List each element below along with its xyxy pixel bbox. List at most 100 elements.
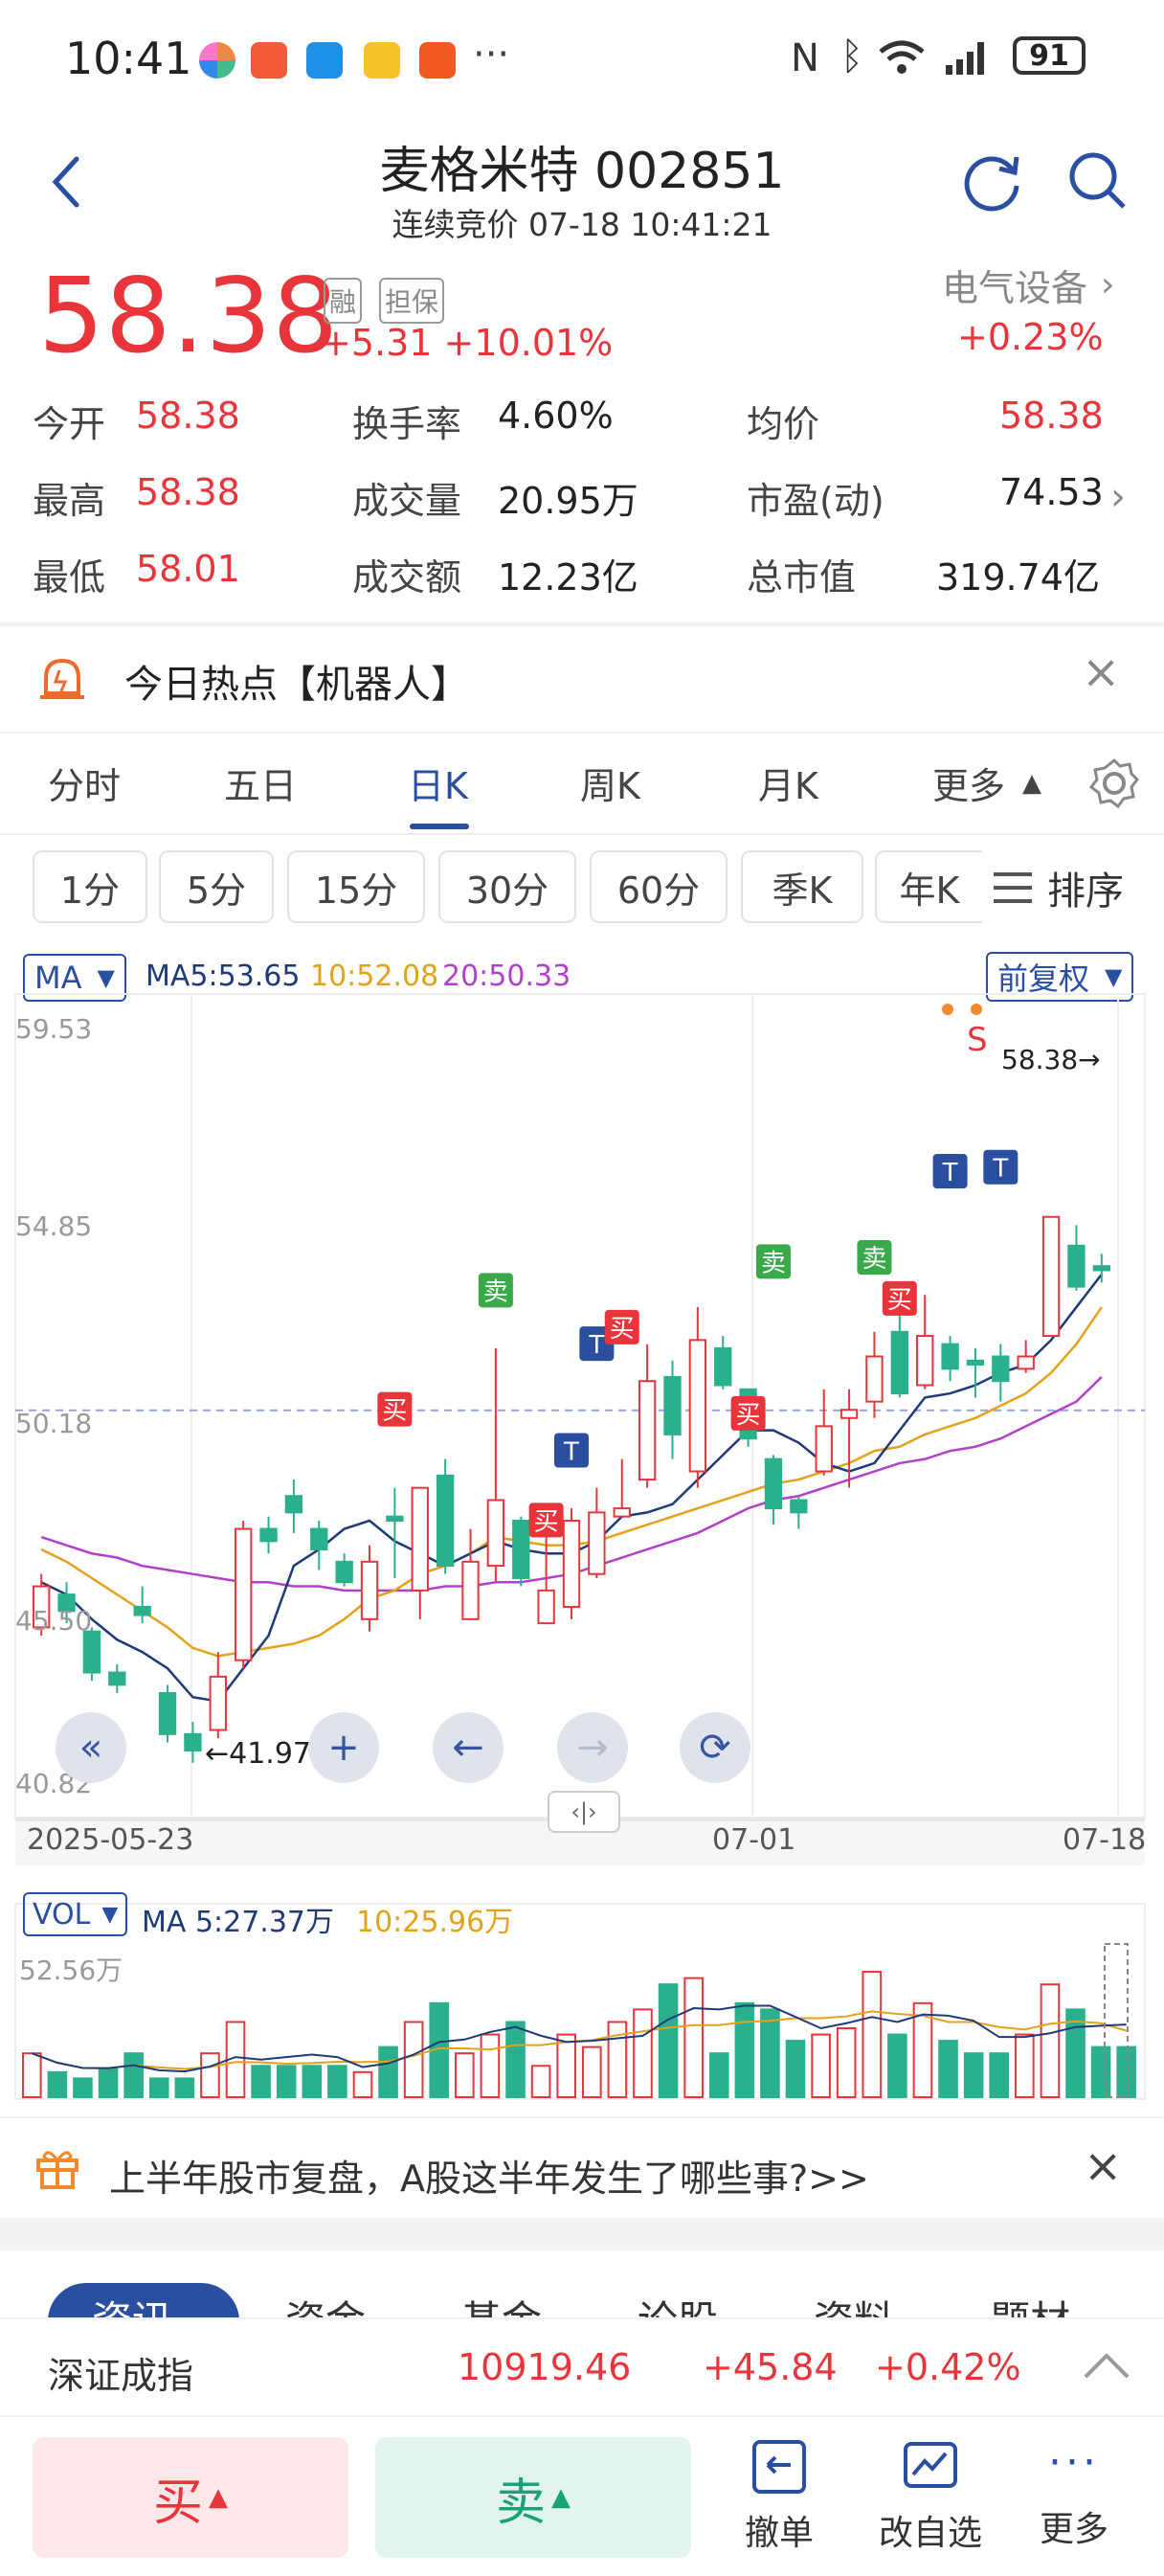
- volume-bar: [505, 2021, 526, 2098]
- battery-level: 91: [1029, 38, 1069, 73]
- refresh-icon[interactable]: [961, 149, 1024, 213]
- info-tab[interactable]: 资金: [285, 2289, 366, 2317]
- ma-lines: [40, 1273, 1103, 1703]
- tab-more[interactable]: 更多 ▲: [932, 757, 1041, 809]
- tab-timeshare[interactable]: 分时: [48, 757, 121, 809]
- signal-icon: [946, 42, 984, 75]
- rotate-icon[interactable]: ⟳: [680, 1712, 750, 1783]
- volume-bar: [530, 2065, 551, 2099]
- period-button[interactable]: 15分: [287, 850, 425, 923]
- arrow-right-icon[interactable]: →: [557, 1712, 628, 1783]
- volume-bar: [21, 2052, 42, 2098]
- volume-bar: [47, 2070, 68, 2099]
- candle-body: [486, 1499, 505, 1568]
- candle-body: [82, 1630, 101, 1674]
- wifi-icon: [879, 40, 925, 74]
- volume-bar: [556, 2033, 577, 2099]
- hot-topic-text: 今日热点【机器人】: [124, 663, 469, 707]
- cancel-order-button[interactable]: 撤单: [737, 2436, 821, 2555]
- candle-body: [764, 1457, 783, 1510]
- change-value: +5.31: [321, 322, 433, 364]
- stat-label: 均价: [747, 403, 820, 445]
- candle-body: [663, 1375, 682, 1435]
- vol-indicator-select[interactable]: VOL ▼: [23, 1892, 128, 1936]
- candle-body: [512, 1519, 530, 1579]
- gift-icon: [36, 2151, 78, 2189]
- info-tab[interactable]: 资讯: [92, 2289, 172, 2317]
- tab-monthly-k[interactable]: 月K: [758, 757, 818, 809]
- plot-border: [14, 993, 1146, 1819]
- tab-daily-k[interactable]: 日K: [408, 757, 468, 809]
- info-tab[interactable]: 题材: [990, 2289, 1070, 2317]
- buy-button[interactable]: 买 ▲: [33, 2437, 348, 2558]
- volume-bar: [174, 2077, 195, 2099]
- vol-ma10: 10:25.96万: [356, 1906, 514, 1939]
- info-tab[interactable]: 论股: [638, 2289, 718, 2317]
- arrow-left-icon[interactable]: ←: [433, 1712, 504, 1783]
- candle-body: [108, 1671, 126, 1686]
- index-value: 10919.46: [458, 2346, 632, 2388]
- zoom-in-icon[interactable]: +: [308, 1712, 379, 1783]
- hot-topic-banner[interactable]: 今日热点【机器人】 ×: [0, 626, 1164, 732]
- stat-label: 最低: [33, 556, 106, 599]
- period-button[interactable]: 1分: [33, 850, 147, 923]
- volume-bar: [836, 2027, 857, 2099]
- edit-watchlist-button[interactable]: 改自选: [863, 2436, 997, 2555]
- volume-bar: [734, 2001, 755, 2099]
- index-bar[interactable]: 深证成指 10919.46 +45.84 +0.42%: [0, 2317, 1164, 2415]
- candle-body: [790, 1499, 808, 1514]
- volume-bar: [887, 2033, 907, 2099]
- volume-bar: [989, 2052, 1010, 2098]
- nfc-icon: N: [791, 36, 819, 80]
- period-button[interactable]: 60分: [590, 850, 728, 923]
- close-icon[interactable]: ×: [1084, 2139, 1122, 2193]
- gear-icon[interactable]: [1087, 757, 1141, 810]
- chevron-right-icon[interactable]: ›: [1110, 475, 1126, 519]
- index-change: +45.84: [703, 2346, 838, 2388]
- info-tab[interactable]: 资料: [814, 2289, 894, 2317]
- period-button[interactable]: 季K: [741, 850, 863, 923]
- sector-link[interactable]: 电气设备 ›: [942, 259, 1114, 311]
- sector-name: 电气设备: [942, 267, 1088, 309]
- y-tick: 59.53: [15, 1013, 93, 1045]
- edit-watchlist-icon: [904, 2442, 957, 2488]
- close-icon[interactable]: ×: [1082, 645, 1120, 699]
- info-tab[interactable]: 基金: [461, 2289, 542, 2317]
- price-change: +5.31 +10.01%: [321, 322, 613, 364]
- volume-bar: [276, 2065, 297, 2099]
- stat-value: 58.38: [999, 395, 1104, 437]
- sort-button[interactable]: 排序: [990, 858, 1124, 917]
- stat-label: 成交额: [352, 556, 462, 599]
- rewind-icon[interactable]: «: [56, 1712, 126, 1783]
- period-button[interactable]: 5分: [159, 850, 274, 923]
- stat-label: 市盈(动): [747, 480, 884, 522]
- promo-banner[interactable]: 上半年股市复盘，A股这半年发生了哪些事?>> ×: [0, 2118, 1164, 2218]
- volume-bar: [98, 2068, 119, 2099]
- stat-value: 12.23亿: [498, 556, 638, 599]
- low-marker: ←41.97: [205, 1737, 312, 1771]
- period-button[interactable]: 年K: [875, 850, 982, 923]
- sell-button[interactable]: 卖 ▲: [375, 2437, 691, 2558]
- chevron-up-icon[interactable]: [1082, 2348, 1131, 2381]
- candle-body: [562, 1519, 581, 1608]
- candle-body: [537, 1589, 555, 1625]
- search-icon[interactable]: [1066, 149, 1130, 213]
- stat-label: 换手率: [352, 403, 462, 445]
- stat-label: 最高: [33, 480, 106, 522]
- tab-weekly-k[interactable]: 周K: [580, 757, 640, 809]
- candle-body: [259, 1527, 278, 1543]
- period-button[interactable]: 30分: [438, 850, 576, 923]
- stat-label: 今开: [33, 403, 106, 445]
- info-tabs: 资讯 资金 基金 论股 资料 题材: [0, 2250, 1164, 2317]
- volume-bar: [200, 2052, 220, 2098]
- tab-five-day[interactable]: 五日: [224, 757, 297, 809]
- candle-body: [941, 1343, 959, 1370]
- app-notification-icon: [306, 42, 343, 79]
- stat-value: 58.01: [136, 548, 240, 590]
- volume-bar: [683, 1977, 704, 2098]
- drag-handle-icon[interactable]: ‹|›: [548, 1791, 620, 1833]
- candle-body: [1017, 1355, 1035, 1370]
- sort-label: 排序: [1047, 870, 1124, 914]
- more-button[interactable]: ··· 更多: [1028, 2436, 1120, 2551]
- volume-bar: [251, 2065, 271, 2099]
